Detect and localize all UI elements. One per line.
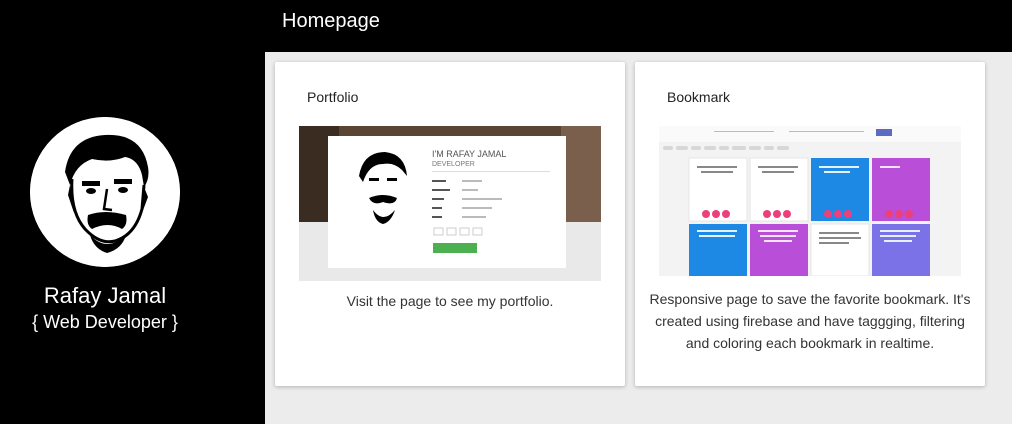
profile-role: { Web Developer } (32, 312, 178, 332)
avatar (30, 117, 180, 267)
portfolio-card[interactable]: Portfolio I'M RAFAY JAMAL DEVELOPER Visi… (275, 62, 625, 386)
portfolio-preview-image[interactable]: I'M RAFAY JAMAL DEVELOPER (299, 126, 601, 281)
avatar-portrait-icon (30, 117, 180, 267)
sidebar: Rafay Jamal { Web Developer } (0, 52, 265, 424)
page-title: Homepage (282, 10, 380, 32)
portfolio-screenshot: I'M RAFAY JAMAL DEVELOPER (299, 126, 601, 281)
portfolio-description: Visit the page to see my portfolio. (346, 293, 554, 309)
bookmark-preview-image[interactable] (659, 126, 961, 276)
top-app-bar: Homepage (0, 0, 1012, 52)
portfolio-card-title: Portfolio (307, 89, 359, 105)
bookmark-card[interactable]: Bookmark Responsive page to save the fav… (635, 62, 985, 386)
profile-name: Rafay Jamal (43, 283, 167, 308)
bookmark-screenshot (659, 126, 961, 276)
preview-subheading: DEVELOPER (432, 161, 475, 168)
bookmark-card-title: Bookmark (667, 89, 731, 105)
bookmark-description: Responsive page to save the favorite boo… (649, 291, 971, 351)
preview-heading: I'M RAFAY JAMAL (432, 149, 506, 159)
